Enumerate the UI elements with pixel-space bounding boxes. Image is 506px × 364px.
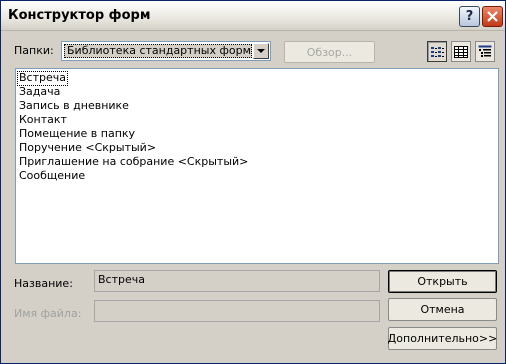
browse-label: Обзор... bbox=[306, 45, 353, 59]
cancel-button[interactable]: Отмена bbox=[388, 298, 497, 321]
help-icon: ? bbox=[465, 9, 474, 24]
list-item[interactable]: Помещение в папку bbox=[18, 127, 136, 141]
help-button[interactable]: ? bbox=[459, 6, 480, 27]
open-button[interactable]: Открыть bbox=[388, 270, 497, 293]
list-view-icon bbox=[454, 45, 468, 58]
close-icon bbox=[487, 11, 498, 22]
folders-selected-value: Библиотека стандартных форм bbox=[64, 44, 252, 58]
folders-dropdown[interactable]: Библиотека стандартных форм bbox=[61, 41, 271, 61]
advanced-label: Дополнительно>> bbox=[387, 332, 498, 345]
list-item[interactable]: Задача bbox=[18, 85, 61, 99]
browse-button[interactable]: Обзор... bbox=[284, 41, 375, 63]
cancel-label: Отмена bbox=[420, 303, 465, 316]
filename-field bbox=[94, 300, 380, 322]
dropdown-arrow-button[interactable] bbox=[253, 43, 269, 59]
list-item[interactable]: Контакт bbox=[18, 113, 68, 127]
list-item[interactable]: Приглашение на собрание <Скрытый> bbox=[18, 155, 249, 169]
advanced-button[interactable]: Дополнительно>> bbox=[388, 327, 497, 350]
details-view-button[interactable] bbox=[475, 41, 495, 62]
chevron-down-icon bbox=[257, 48, 265, 53]
name-field: Встреча bbox=[94, 270, 380, 292]
close-button[interactable] bbox=[482, 6, 503, 27]
title-bar[interactable]: Конструктор форм ? bbox=[1, 1, 505, 31]
list-item[interactable]: Сообщение bbox=[18, 169, 86, 183]
list-item[interactable]: Запись в дневнике bbox=[18, 99, 130, 113]
list-item[interactable]: Поручение <Скрытый> bbox=[18, 141, 157, 155]
list-view-button[interactable] bbox=[451, 41, 471, 62]
window-title: Конструктор форм bbox=[8, 8, 151, 23]
name-label: Название: bbox=[14, 277, 73, 290]
filename-label: Имя файла: bbox=[14, 307, 82, 320]
open-label: Открыть bbox=[417, 275, 468, 288]
large-icons-view-icon bbox=[431, 46, 444, 57]
form-designer-dialog: Конструктор форм ? Папки: Библиотека ста… bbox=[0, 0, 506, 364]
folders-label: Папки: bbox=[14, 44, 54, 57]
icons-view-button[interactable] bbox=[427, 41, 447, 62]
list-item[interactable]: Встреча bbox=[17, 71, 68, 86]
forms-list[interactable]: Встреча Задача Запись в дневнике Контакт Пом… bbox=[15, 68, 499, 264]
details-view-icon bbox=[478, 45, 492, 57]
